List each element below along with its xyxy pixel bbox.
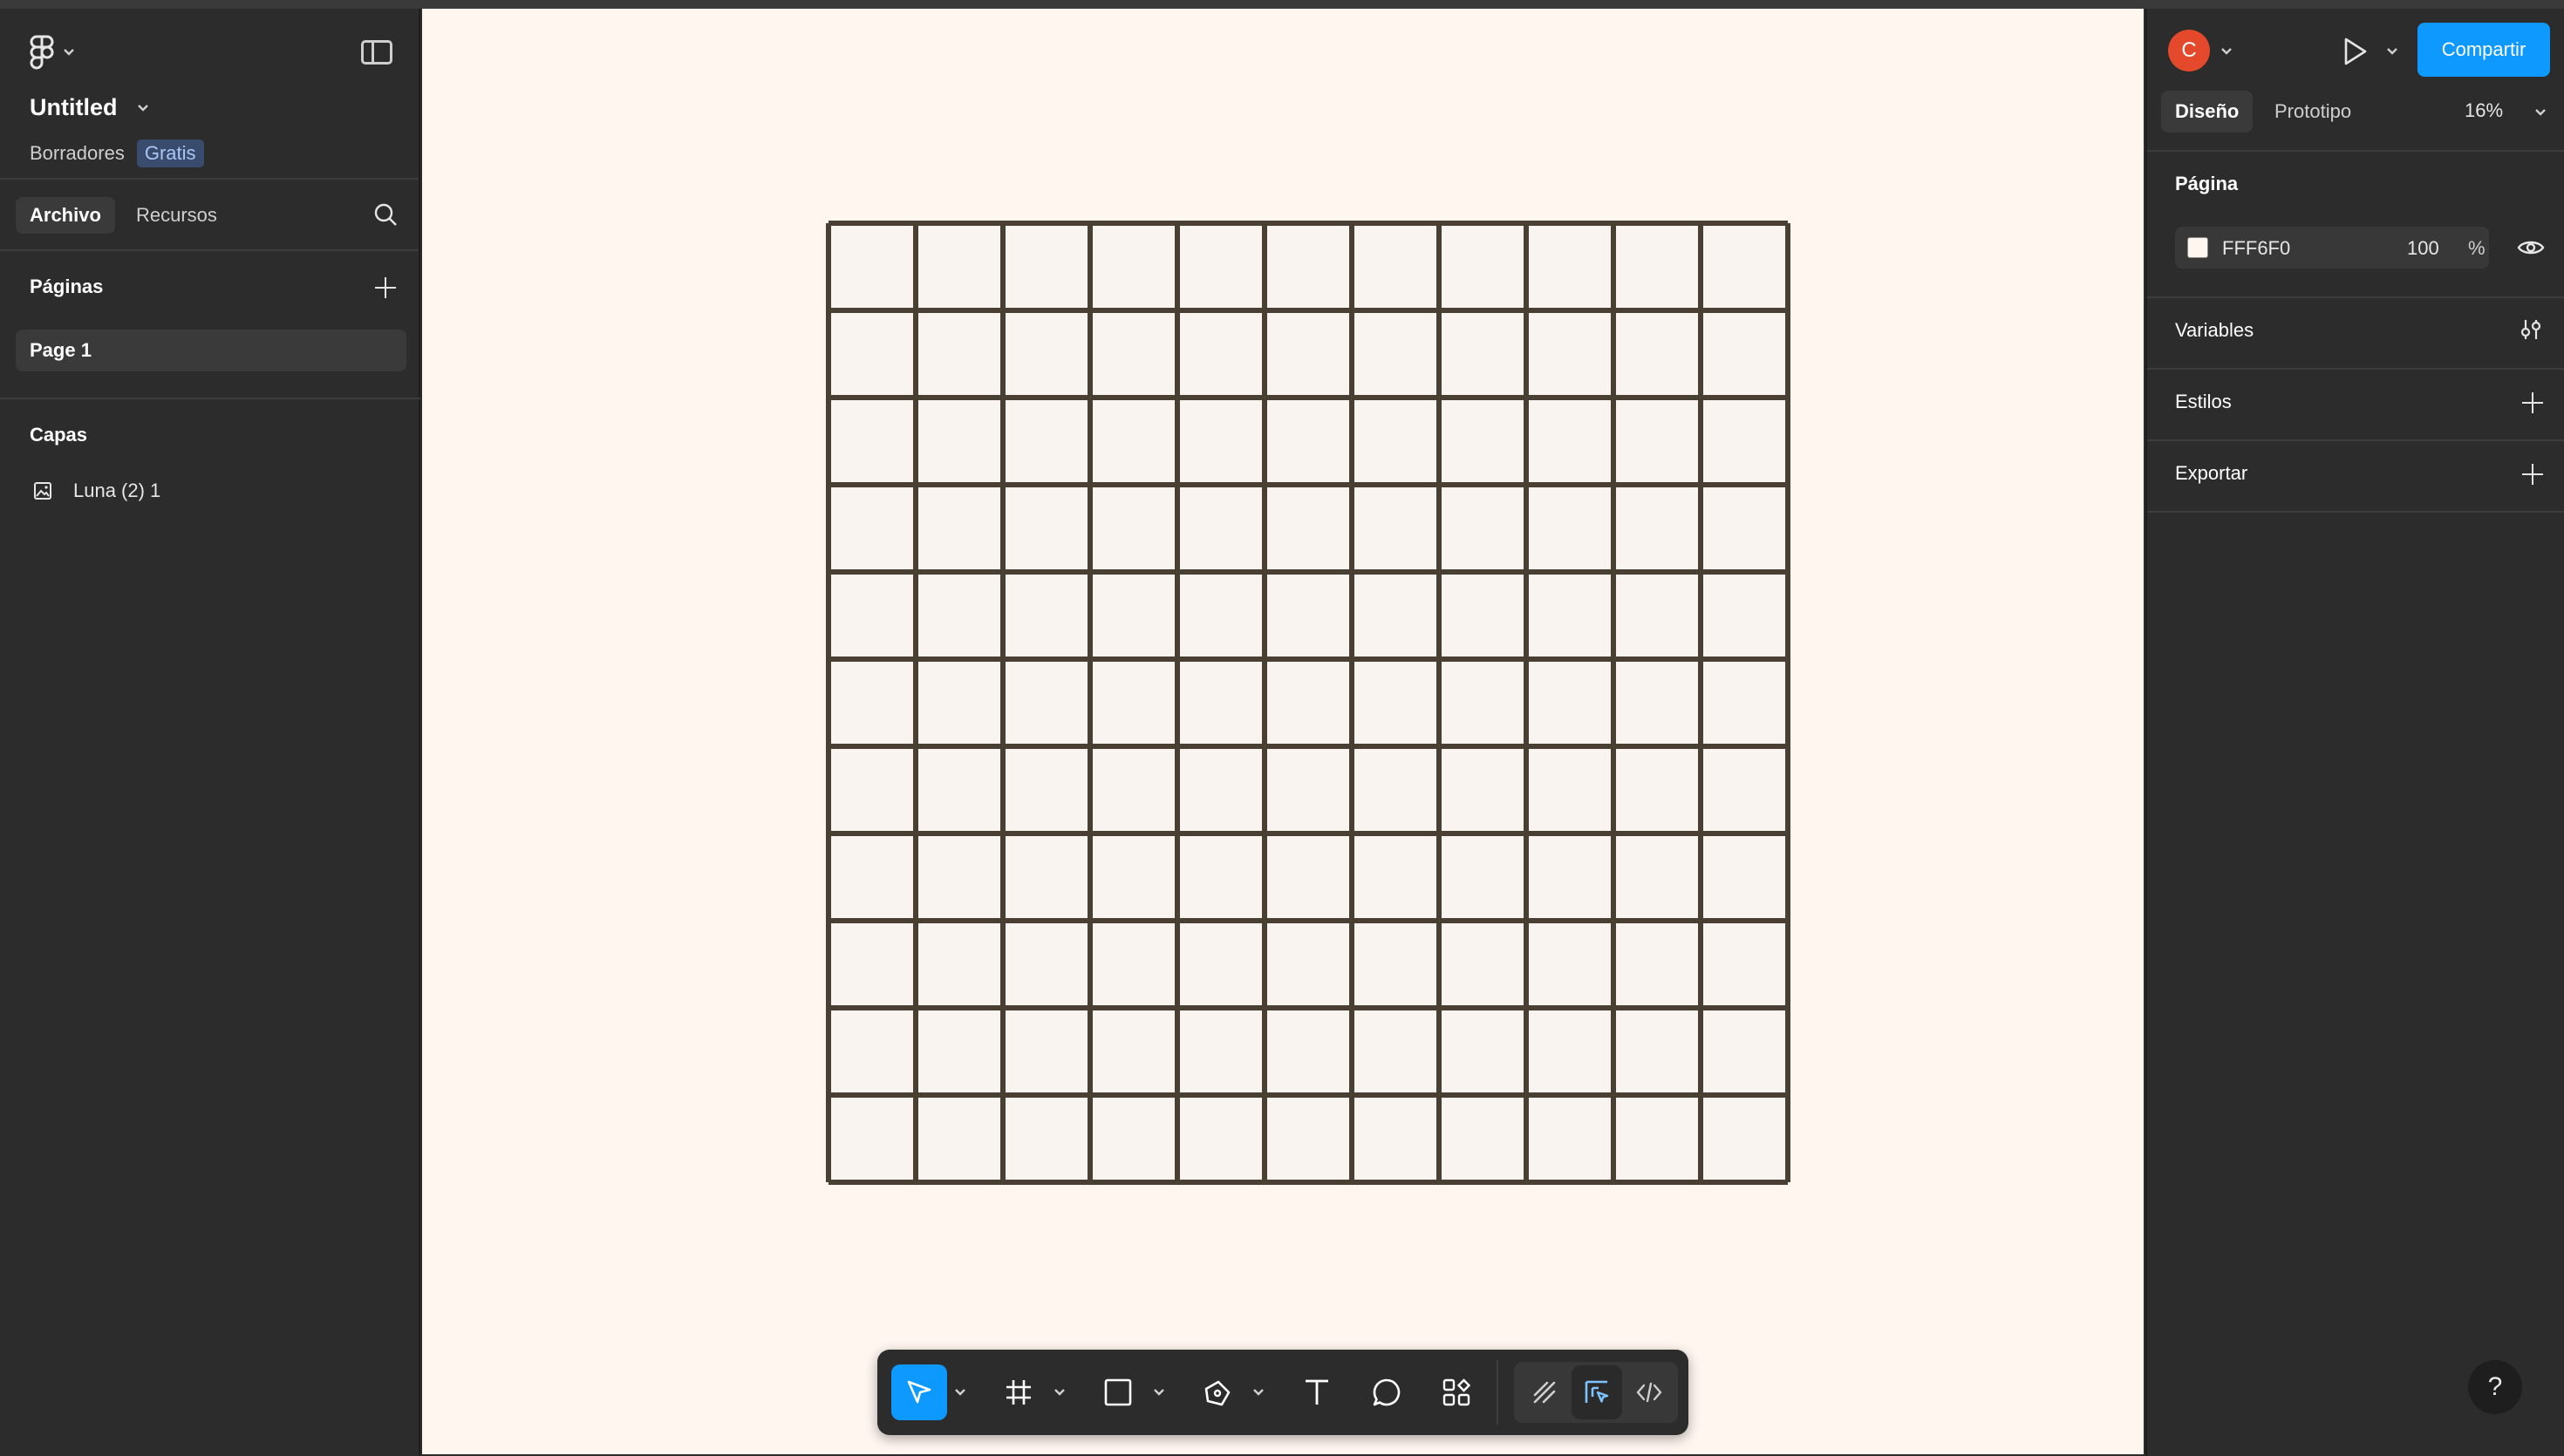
move-icon xyxy=(907,1380,931,1404)
pen-icon xyxy=(1204,1380,1231,1406)
dev-mode-button[interactable] xyxy=(1624,1365,1674,1419)
text-tool-button[interactable] xyxy=(1289,1364,1345,1420)
window-top-strip xyxy=(0,0,2564,9)
text-icon xyxy=(1306,1379,1328,1405)
chevron-down-icon[interactable] xyxy=(1054,1388,1066,1397)
sidebar-divider xyxy=(0,398,420,399)
right-panel: C Compartir Diseño Prototipo 16% Página … xyxy=(2145,9,2564,1456)
tab-prototype[interactable]: Prototipo xyxy=(2261,91,2365,133)
actions-button[interactable] xyxy=(1429,1364,1484,1420)
left-tabs: Archivo Recursos xyxy=(0,180,419,251)
panel-divider xyxy=(2147,150,2564,152)
page-color-field[interactable]: FFF6F0 100 % xyxy=(2175,227,2489,269)
draw-icon xyxy=(1533,1381,1556,1404)
chevron-down-icon[interactable] xyxy=(954,1388,966,1397)
figma-logo-icon xyxy=(30,35,54,70)
tab-assets[interactable]: Recursos xyxy=(122,197,231,234)
chevron-down-icon xyxy=(137,104,148,112)
mode-switcher xyxy=(1514,1362,1678,1423)
left-sidebar: Untitled Borradores Gratis Archivo Recur… xyxy=(0,9,420,1456)
color-swatch[interactable] xyxy=(2187,237,2208,258)
help-button[interactable]: ? xyxy=(2468,1360,2522,1414)
search-icon[interactable] xyxy=(373,202,398,227)
dev-mode-icon xyxy=(1636,1382,1662,1403)
opacity-unit: % xyxy=(2468,237,2486,259)
move-tool-button[interactable] xyxy=(891,1364,947,1420)
page-section-title: Página xyxy=(2175,173,2239,194)
main-menu-button[interactable] xyxy=(30,35,75,70)
page-item[interactable]: Page 1 xyxy=(16,330,406,371)
shape-tool-button[interactable] xyxy=(1090,1364,1146,1420)
grid-image-layer[interactable] xyxy=(823,218,1793,1187)
comment-icon xyxy=(1373,1378,1401,1406)
file-meta: Borradores Gratis xyxy=(30,139,204,167)
toolbar-separator xyxy=(1497,1360,1498,1425)
variables-title[interactable]: Variables xyxy=(2175,319,2254,342)
color-hex[interactable]: FFF6F0 xyxy=(2222,237,2290,260)
layer-item[interactable]: Luna (2) 1 xyxy=(33,480,160,502)
chevron-down-icon xyxy=(2535,109,2547,116)
add-page-icon[interactable] xyxy=(375,277,396,298)
file-title-text: Untitled xyxy=(30,94,118,120)
layer-name: Luna (2) 1 xyxy=(73,480,161,501)
zoom-value: 16% xyxy=(2465,99,2504,121)
chevron-down-icon[interactable] xyxy=(1252,1388,1265,1397)
chevron-down-icon[interactable] xyxy=(2220,47,2233,56)
tab-file[interactable]: Archivo xyxy=(16,197,115,234)
design-icon xyxy=(1585,1380,1609,1403)
chevron-down-icon[interactable] xyxy=(2386,47,2398,56)
file-title[interactable]: Untitled xyxy=(30,94,149,121)
bottom-toolbar xyxy=(877,1350,1688,1435)
share-button[interactable]: Compartir xyxy=(2417,23,2550,77)
comment-tool-button[interactable] xyxy=(1359,1364,1415,1420)
frame-tool-button[interactable] xyxy=(991,1364,1047,1420)
file-header: Untitled Borradores Gratis xyxy=(0,9,419,180)
chevron-down-icon xyxy=(64,49,74,56)
opacity-value[interactable]: 100 xyxy=(2407,237,2439,260)
panel-divider xyxy=(2147,296,2564,298)
sidebar-toggle-icon[interactable] xyxy=(361,40,392,65)
play-icon[interactable] xyxy=(2342,37,2369,66)
variables-settings-icon[interactable] xyxy=(2519,317,2543,342)
styles-title[interactable]: Estilos xyxy=(2175,391,2232,413)
plan-badge[interactable]: Gratis xyxy=(136,139,204,167)
panel-divider xyxy=(2147,368,2564,370)
image-icon xyxy=(34,482,51,500)
canvas[interactable] xyxy=(422,9,2144,1454)
panel-divider xyxy=(2147,511,2564,513)
actions-icon xyxy=(1442,1378,1471,1406)
draw-mode-button[interactable] xyxy=(1519,1365,1570,1419)
chevron-down-icon[interactable] xyxy=(1153,1388,1165,1397)
pen-tool-button[interactable] xyxy=(1190,1364,1245,1420)
export-title[interactable]: Exportar xyxy=(2175,462,2247,485)
design-mode-button[interactable] xyxy=(1572,1365,1622,1419)
rectangle-icon xyxy=(1104,1378,1132,1406)
grid-background xyxy=(829,223,1788,1182)
panel-divider xyxy=(2147,439,2564,441)
layers-title: Capas xyxy=(30,424,88,446)
eye-icon[interactable] xyxy=(2517,237,2545,258)
add-export-icon[interactable] xyxy=(2522,464,2543,485)
add-style-icon[interactable] xyxy=(2522,392,2543,413)
file-location[interactable]: Borradores xyxy=(30,142,125,165)
zoom-level[interactable]: 16% xyxy=(2465,99,2547,122)
frame-icon xyxy=(1006,1380,1031,1405)
avatar[interactable]: C xyxy=(2168,30,2210,71)
pages-title: Páginas xyxy=(30,276,104,297)
tab-design[interactable]: Diseño xyxy=(2161,91,2254,133)
pages-header: Páginas xyxy=(0,251,419,321)
